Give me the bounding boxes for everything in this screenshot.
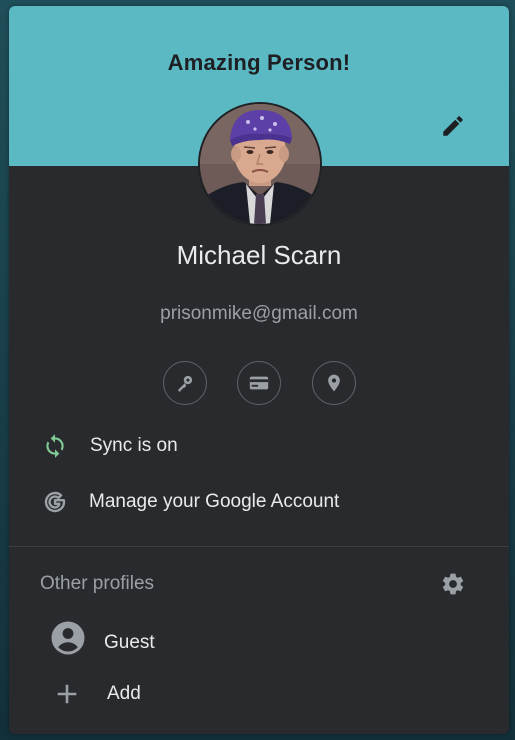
payment-methods-button[interactable] [237, 361, 281, 405]
profile-item-label: Guest [104, 632, 155, 653]
gear-icon [442, 573, 464, 595]
manage-google-account-row[interactable]: Manage your Google Account [9, 480, 509, 524]
google-g-icon [44, 491, 66, 513]
profile-email: prisonmike@gmail.com [160, 303, 358, 324]
profile-name: Michael Scarn [176, 240, 342, 270]
manage-profiles-button[interactable] [437, 568, 469, 600]
passwords-button[interactable] [163, 361, 207, 405]
profile-menu-panel: Amazing Person! Michael Scarn prisonmike… [9, 6, 509, 734]
avatar-photo [200, 104, 320, 224]
add-profile-button[interactable]: Add [9, 672, 509, 716]
add-profile-label: Add [107, 683, 141, 704]
plus-icon [57, 684, 77, 704]
banner-title: Amazing Person! [167, 50, 351, 75]
key-icon [178, 375, 193, 392]
manage-google-account-label: Manage your Google Account [89, 491, 340, 512]
addresses-button[interactable] [312, 361, 356, 405]
sync-icon [46, 434, 64, 458]
credit-card-icon [249, 376, 269, 390]
pencil-icon [443, 116, 463, 136]
sync-status-row[interactable]: Sync is on [9, 424, 509, 468]
account-circle-icon [51, 621, 85, 655]
other-profiles-heading: Other profiles [40, 573, 155, 594]
avatar [198, 102, 322, 226]
location-pin-icon [328, 374, 340, 392]
divider [9, 546, 509, 547]
profile-item-guest[interactable]: Guest [9, 618, 509, 662]
edit-profile-button[interactable] [437, 110, 469, 142]
sync-status-label: Sync is on [90, 435, 178, 456]
